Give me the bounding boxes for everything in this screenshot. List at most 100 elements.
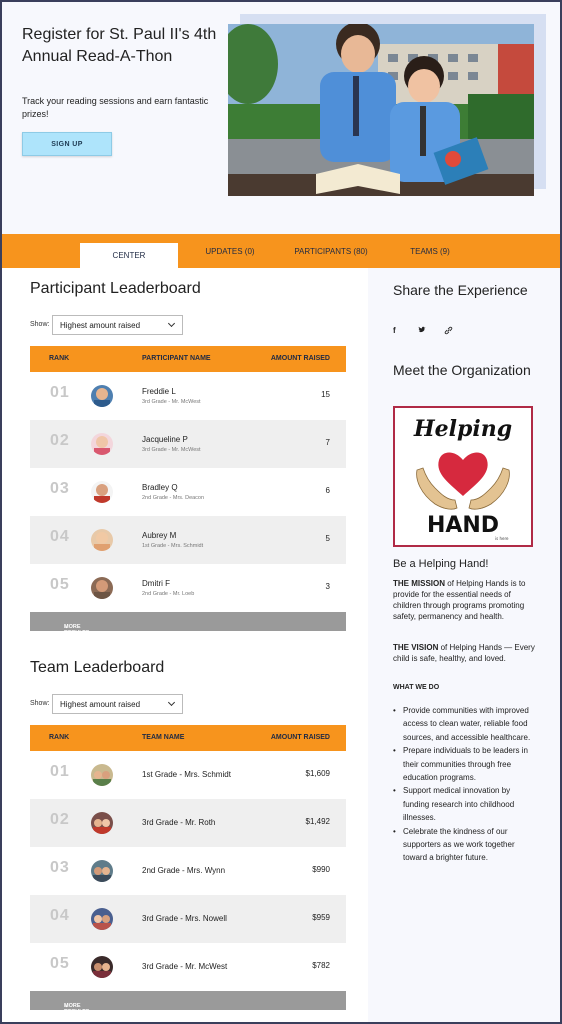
avatar	[91, 529, 113, 551]
team-name[interactable]: 1st Grade - Mrs. Schmidt	[142, 770, 231, 779]
avatar	[91, 860, 113, 882]
table-row[interactable]: 04 3rd Grade - Mrs. Nowell $959	[30, 895, 346, 943]
participant-team: 2nd Grade - Mrs. Deacon	[142, 495, 205, 501]
amount-raised: 6	[325, 486, 330, 495]
rank-number: 02	[50, 811, 70, 828]
hero-subtitle: Track your reading sessions and earn fan…	[22, 96, 209, 119]
participant-name[interactable]: Aubrey M	[142, 531, 176, 540]
team-name[interactable]: 2nd Grade - Mrs. Wynn	[142, 866, 225, 875]
page-frame: Register for St. Paul II's 4th Annual Re…	[0, 0, 562, 1024]
rank-number: 04	[50, 528, 70, 545]
chevron-down-icon: ⌄	[64, 624, 69, 630]
what-we-do-list: Provide communities with improved access…	[393, 704, 538, 865]
participant-team: 3rd Grade - Mr. McWest	[142, 399, 201, 405]
column-rank: RANK	[49, 355, 70, 362]
tab-center[interactable]: CENTER	[80, 243, 178, 268]
table-header: RANK TEAM NAME AMOUNT RAISED	[30, 725, 346, 751]
column-team-name: TEAM NAME	[142, 734, 185, 741]
link-icon[interactable]	[444, 326, 453, 337]
team-sort-value: Highest amount raised	[60, 699, 141, 709]
column-amount-raised: AMOUNT RAISED	[270, 734, 330, 741]
chevron-down-icon	[167, 319, 176, 328]
facebook-icon[interactable]: f	[393, 326, 396, 335]
sidebar: Share the Experience f Meet the Organiza…	[368, 268, 560, 1022]
hero-title: Register for St. Paul II's 4th Annual Re…	[22, 26, 217, 65]
tab-participants[interactable]: PARTICIPANTS (80)	[282, 234, 380, 268]
rank-number: 03	[50, 480, 70, 497]
rank-number: 02	[50, 432, 70, 449]
column-amount-raised: AMOUNT RAISED	[270, 355, 330, 362]
participant-table: RANK PARTICIPANT NAME AMOUNT RAISED 01 F…	[30, 346, 346, 636]
avatar	[91, 956, 113, 978]
participant-team: 2nd Grade - Mr. Loeb	[142, 591, 195, 597]
show-label: Show:	[30, 700, 50, 707]
column-rank: RANK	[49, 734, 70, 741]
avatar	[91, 481, 113, 503]
table-row[interactable]: 03 Bradley Q 2nd Grade - Mrs. Deacon 6	[30, 468, 346, 516]
table-row[interactable]: 02 Jacqueline P 3rd Grade - Mr. McWest 7	[30, 420, 346, 468]
vision-label: THE VISION	[393, 643, 439, 652]
amount-raised: $959	[312, 913, 330, 922]
rank-number: 01	[50, 763, 70, 780]
tab-bar: CENTER UPDATES (0) PARTICIPANTS (80) TEA…	[2, 234, 560, 268]
avatar	[91, 812, 113, 834]
table-row[interactable]: 05 Dmitri F 2nd Grade - Mr. Loeb 3	[30, 564, 346, 612]
participant-name[interactable]: Jacqueline P	[142, 435, 188, 444]
list-item: Prepare individuals to be leaders in the…	[393, 744, 538, 784]
rank-number: 05	[50, 955, 70, 972]
amount-raised: 5	[325, 534, 330, 543]
participant-leaderboard-title: Participant Leaderboard	[30, 280, 201, 297]
table-row[interactable]: 05 3rd Grade - Mr. McWest $782	[30, 943, 346, 991]
tab-teams[interactable]: TEAMS (9)	[394, 234, 466, 268]
hero-photo	[228, 24, 534, 196]
list-item: Celebrate the kindness of our supporters…	[393, 825, 538, 865]
chevron-down-icon: ⌄	[64, 1003, 69, 1009]
more-results-button[interactable]: MORE RESULTS ⌄	[30, 612, 346, 636]
vision-paragraph: THE VISION of Helping Hands — Every chil…	[393, 642, 536, 664]
amount-raised: $1,609	[305, 769, 330, 778]
more-results-button[interactable]: MORE RESULTS ⌄	[30, 991, 346, 1015]
organization-logo: Helping HAND is here	[393, 406, 533, 547]
team-name[interactable]: 3rd Grade - Mr. McWest	[142, 962, 227, 971]
rank-number: 04	[50, 907, 70, 924]
rank-number: 03	[50, 859, 70, 876]
table-row[interactable]: 01 Freddie L 3rd Grade - Mr. McWest 15	[30, 372, 346, 420]
table-row[interactable]: 02 3rd Grade - Mr. Roth $1,492	[30, 799, 346, 847]
list-item: Support medical innovation by funding re…	[393, 784, 538, 824]
show-label: Show:	[30, 321, 50, 328]
sign-up-button[interactable]: SIGN UP	[22, 132, 112, 156]
table-row[interactable]: 03 2nd Grade - Mrs. Wynn $990	[30, 847, 346, 895]
participant-name[interactable]: Freddie L	[142, 387, 176, 396]
amount-raised: 7	[325, 438, 330, 447]
amount-raised: 3	[325, 582, 330, 591]
main-content: Participant Leaderboard Show: Highest am…	[2, 268, 368, 1022]
twitter-icon[interactable]	[418, 326, 426, 336]
list-item: Provide communities with improved access…	[393, 704, 538, 744]
amount-raised: $990	[312, 865, 330, 874]
helping-hand-title: Be a Helping Hand!	[393, 558, 489, 570]
amount-raised: 15	[321, 390, 330, 399]
team-sort-select[interactable]: Highest amount raised	[52, 694, 183, 714]
rank-number: 05	[50, 576, 70, 593]
team-leaderboard-title: Team Leaderboard	[30, 659, 165, 676]
participant-name[interactable]: Bradley Q	[142, 483, 178, 492]
amount-raised: $1,492	[305, 817, 330, 826]
participant-name[interactable]: Dmitri F	[142, 579, 170, 588]
avatar	[91, 385, 113, 407]
logo-text-bottom: HAND	[427, 513, 499, 538]
team-name[interactable]: 3rd Grade - Mr. Roth	[142, 818, 215, 827]
avatar	[91, 764, 113, 786]
avatar	[91, 433, 113, 455]
mission-label: THE MISSION	[393, 579, 446, 588]
what-we-do-heading: WHAT WE DO	[393, 684, 440, 691]
table-row[interactable]: 01 1st Grade - Mrs. Schmidt $1,609	[30, 751, 346, 799]
rank-number: 01	[50, 384, 70, 401]
participant-team: 3rd Grade - Mr. McWest	[142, 447, 201, 453]
team-name[interactable]: 3rd Grade - Mrs. Nowell	[142, 914, 227, 923]
participant-sort-select[interactable]: Highest amount raised	[52, 315, 183, 335]
logo-text-top: Helping	[413, 416, 512, 442]
chevron-down-icon	[167, 698, 176, 707]
avatar	[91, 908, 113, 930]
table-row[interactable]: 04 Aubrey M 1st Grade - Mrs. Schmidt 5	[30, 516, 346, 564]
tab-updates[interactable]: UPDATES (0)	[192, 234, 268, 268]
